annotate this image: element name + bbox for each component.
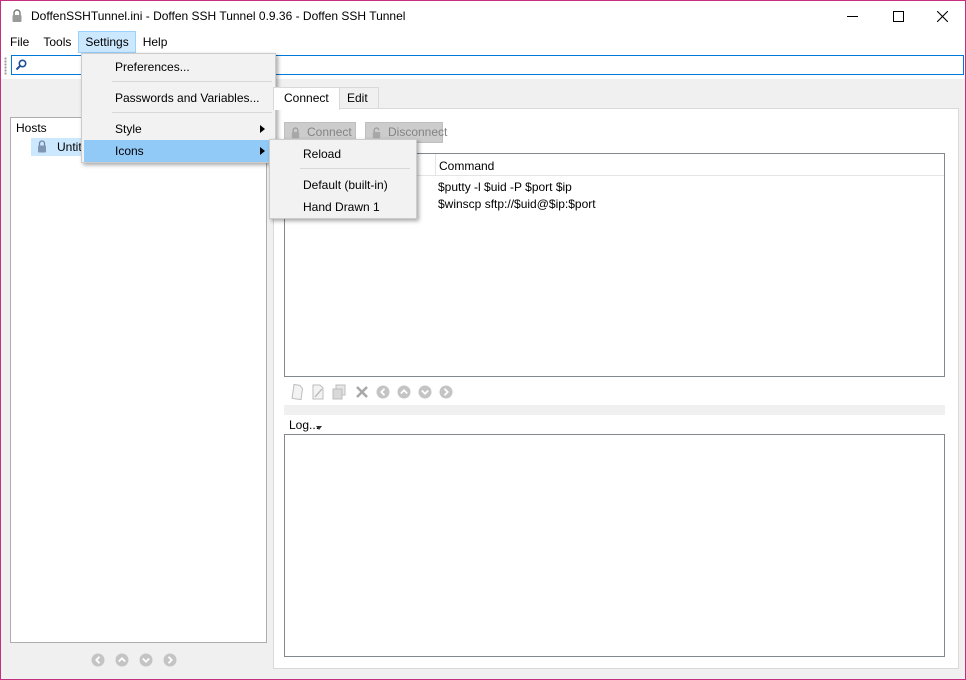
maximize-icon bbox=[892, 10, 904, 22]
lock-icon bbox=[291, 127, 300, 139]
menu-item-label: Style bbox=[115, 122, 142, 136]
log-label[interactable]: Log... bbox=[289, 418, 319, 432]
connect-label: Connect bbox=[307, 125, 352, 139]
arrow-left-icon[interactable] bbox=[91, 653, 105, 667]
menu-item-label: Preferences... bbox=[115, 60, 190, 74]
tab-connect[interactable]: Connect bbox=[273, 87, 340, 110]
table-row[interactable]: $putty -l $uid -P $port $ip bbox=[438, 180, 572, 194]
menu-item-default-built-in[interactable]: Default (built-in) bbox=[272, 174, 414, 196]
menu-tools[interactable]: Tools bbox=[36, 31, 78, 53]
arrow-up-icon[interactable] bbox=[397, 385, 411, 399]
menu-item-label: Icons bbox=[115, 144, 144, 158]
menu-item-reload[interactable]: Reload bbox=[272, 143, 414, 165]
new-document-icon[interactable] bbox=[290, 384, 304, 400]
menu-item-label: Passwords and Variables... bbox=[115, 91, 260, 105]
hosts-nav-buttons bbox=[91, 653, 177, 667]
lock-icon bbox=[38, 140, 46, 153]
app-window: DoffenSSHTunnel.ini - Doffen SSH Tunnel … bbox=[0, 0, 966, 680]
disconnect-label: Disconnect bbox=[388, 125, 448, 139]
menu-item-style[interactable]: Style bbox=[84, 118, 273, 140]
arrow-right-icon[interactable] bbox=[163, 653, 177, 667]
menu-file[interactable]: File bbox=[3, 31, 36, 53]
menu-settings[interactable]: Settings bbox=[78, 31, 136, 53]
tab-edit[interactable]: Edit bbox=[336, 87, 379, 109]
menu-item-label: Hand Drawn 1 bbox=[303, 200, 380, 214]
submenu-arrow-icon bbox=[260, 125, 265, 133]
arrow-right-icon[interactable] bbox=[439, 385, 453, 399]
hosts-header: Hosts bbox=[16, 121, 47, 135]
close-button[interactable] bbox=[919, 1, 965, 31]
menu-bar: File Tools Settings Help bbox=[1, 31, 965, 53]
log-output[interactable] bbox=[284, 434, 945, 657]
submenu-arrow-icon bbox=[260, 147, 265, 155]
menu-help[interactable]: Help bbox=[136, 31, 175, 53]
search-icon bbox=[15, 59, 27, 71]
menu-separator bbox=[112, 81, 272, 82]
close-icon bbox=[936, 10, 948, 22]
arrow-left-icon[interactable] bbox=[376, 385, 390, 399]
menu-item-icons[interactable]: Icons bbox=[84, 140, 273, 162]
arrow-down-icon[interactable] bbox=[418, 385, 432, 399]
menu-item-label: Reload bbox=[303, 147, 342, 161]
hosts-tree[interactable]: Hosts Untitled bbox=[10, 117, 267, 643]
arrow-down-icon[interactable] bbox=[139, 653, 153, 667]
splitter[interactable] bbox=[284, 405, 945, 415]
commands-toolbar bbox=[290, 382, 453, 402]
copy-icon[interactable] bbox=[332, 384, 348, 400]
arrow-up-icon[interactable] bbox=[115, 653, 129, 667]
menu-separator bbox=[300, 168, 410, 169]
menu-separator bbox=[112, 112, 272, 113]
lock-icon bbox=[12, 9, 22, 22]
column-separator[interactable] bbox=[435, 154, 436, 176]
icons-submenu: Reload Default (built-in) Hand Drawn 1 bbox=[269, 139, 417, 219]
table-row[interactable]: $winscp sftp://$uid@$ip:$port bbox=[438, 197, 596, 211]
toolbar-grip[interactable] bbox=[4, 57, 7, 75]
menu-item-label: Default (built-in) bbox=[303, 178, 388, 192]
minimize-icon bbox=[846, 15, 858, 17]
title-bar[interactable]: DoffenSSHTunnel.ini - Doffen SSH Tunnel … bbox=[1, 1, 965, 31]
settings-menu: Preferences... Passwords and Variables..… bbox=[81, 53, 276, 163]
menu-item-hand-drawn-1[interactable]: Hand Drawn 1 bbox=[272, 196, 414, 218]
edit-document-icon[interactable] bbox=[311, 384, 325, 400]
window-title: DoffenSSHTunnel.ini - Doffen SSH Tunnel … bbox=[31, 9, 406, 23]
unlock-icon bbox=[372, 127, 381, 139]
dropdown-arrow-icon[interactable] bbox=[316, 426, 322, 430]
delete-icon[interactable] bbox=[355, 385, 369, 399]
column-header-command[interactable]: Command bbox=[439, 159, 494, 173]
menu-item-preferences[interactable]: Preferences... bbox=[84, 56, 273, 78]
minimize-button[interactable] bbox=[829, 1, 875, 31]
menu-item-passwords-variables[interactable]: Passwords and Variables... bbox=[84, 87, 273, 109]
maximize-button[interactable] bbox=[875, 1, 921, 31]
